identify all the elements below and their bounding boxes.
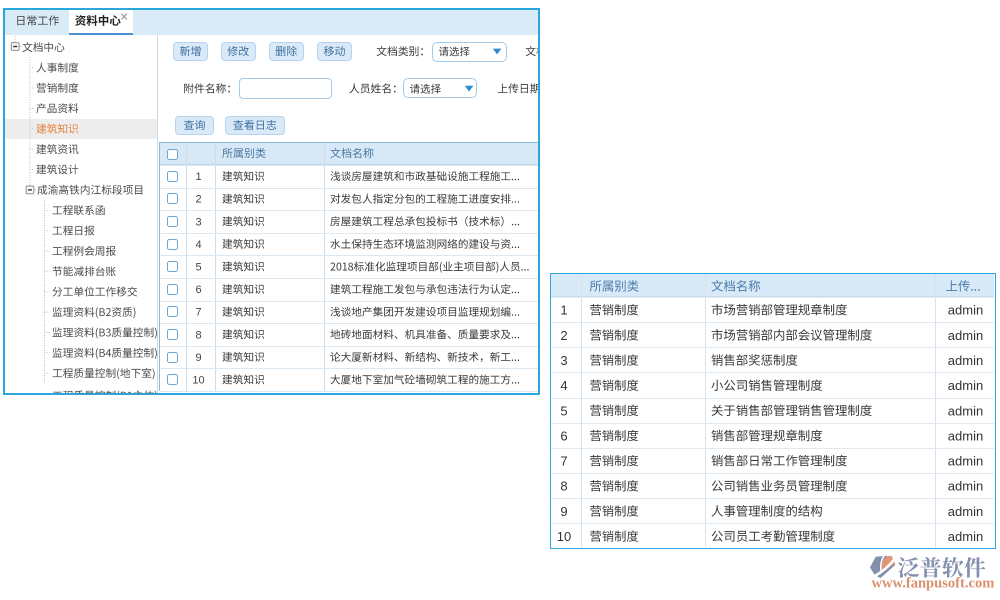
svg-text:www.fanpusoft.com: www.fanpusoft.com [872,576,995,592]
